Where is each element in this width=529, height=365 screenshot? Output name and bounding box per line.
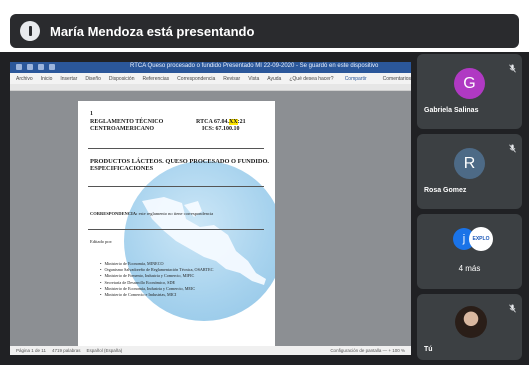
participant-tile[interactable]: R Rosa Gomez bbox=[417, 134, 522, 209]
menu-archivo[interactable]: Archivo bbox=[16, 76, 33, 82]
comments-button[interactable]: Comentarios bbox=[383, 76, 411, 82]
self-tile[interactable]: Tú bbox=[417, 294, 522, 360]
more-participants-label: 4 más bbox=[458, 264, 481, 273]
more-participants-tile[interactable]: j EXPLO 4 más bbox=[417, 214, 522, 289]
avatar: R bbox=[454, 148, 485, 179]
menu-insertar[interactable]: Insertar bbox=[60, 76, 77, 82]
correspondence-line: CORRESPONDENCIA: este reglamento no tien… bbox=[90, 211, 214, 216]
presenter-label: María Mendoza está presentando bbox=[50, 23, 255, 39]
document-title: RTCA Queso procesado o fundido Presentad… bbox=[130, 63, 379, 69]
ruler bbox=[10, 84, 411, 91]
quick-access-toolbar bbox=[16, 64, 55, 70]
word-statusbar: Página 1 de 11 4719 palabras Español (Es… bbox=[10, 346, 411, 355]
share-button[interactable]: Compartir bbox=[345, 76, 367, 82]
presenter-banner: María Mendoza está presentando bbox=[10, 14, 519, 48]
document-page: 1 REGLAMENTO TÉCNICO CENTROAMERICANO RTC… bbox=[78, 101, 275, 351]
menu-ayuda[interactable]: Ayuda bbox=[267, 76, 281, 82]
editors-list: Ministerio de Economía, MINECO Organismo… bbox=[100, 261, 213, 298]
menu-tell-me[interactable]: ¿Qué desea hacer? bbox=[289, 76, 333, 82]
rtca-highlight: XX bbox=[228, 119, 238, 125]
undo-icon bbox=[38, 64, 44, 70]
zoom-controls[interactable]: Configuración de pantalla — + 100 % bbox=[330, 348, 405, 353]
word-titlebar: RTCA Queso procesado o fundido Presentad… bbox=[10, 62, 411, 73]
participant-tile[interactable]: G Gabriela Salinas bbox=[417, 54, 522, 129]
menu-disposicion[interactable]: Disposición bbox=[109, 76, 135, 82]
divider bbox=[88, 229, 264, 230]
product-title-line-2: ESPECIFICACIONES bbox=[90, 165, 154, 172]
user-photo bbox=[455, 306, 487, 338]
mic-off-icon bbox=[509, 60, 516, 73]
menu-revisar[interactable]: Revisar bbox=[223, 76, 240, 82]
presentation-icon bbox=[20, 21, 40, 41]
edited-by-label: Editado por: bbox=[90, 239, 113, 244]
ribbon-tabs: Archivo Inicio Insertar Diseño Disposici… bbox=[10, 73, 411, 84]
divider bbox=[88, 148, 264, 149]
redo-icon bbox=[49, 64, 55, 70]
divider bbox=[88, 186, 264, 187]
autosave-icon bbox=[16, 64, 22, 70]
heading-reglamento: REGLAMENTO TÉCNICO bbox=[90, 119, 164, 125]
rtca-code: RTCA 67.04.XX:21 bbox=[196, 119, 246, 125]
list-item: Ministerio de Comercio e Industrias, MIC… bbox=[100, 292, 213, 298]
save-icon bbox=[27, 64, 33, 70]
participant-name: Rosa Gomez bbox=[424, 187, 467, 194]
ics-code: ICS: 67.100.10 bbox=[202, 126, 240, 132]
avatar: G bbox=[454, 68, 485, 99]
menu-inicio[interactable]: Inicio bbox=[41, 76, 53, 82]
presenter-bar: María Mendoza está presentando bbox=[0, 0, 529, 52]
participant-name: Gabriela Salinas bbox=[424, 107, 479, 114]
language: Español (España) bbox=[86, 348, 123, 353]
product-title-line-1: PRODUCTOS LÁCTEOS. QUESO PROCESADO O FUN… bbox=[90, 158, 270, 165]
menu-correspondencia[interactable]: Correspondencia bbox=[177, 76, 215, 82]
word-count: 4719 palabras bbox=[51, 348, 81, 353]
participant-name: Tú bbox=[424, 346, 433, 353]
mic-off-icon bbox=[509, 300, 516, 313]
heading-centroamericano: CENTROAMERICANO bbox=[90, 126, 155, 132]
menu-referencias[interactable]: Referencias bbox=[142, 76, 169, 82]
document-area: 1 REGLAMENTO TÉCNICO CENTROAMERICANO RTC… bbox=[10, 91, 411, 351]
page-marker: 1 bbox=[90, 111, 93, 117]
shared-screen: RTCA Queso procesado o fundido Presentad… bbox=[10, 62, 411, 355]
avatar-logo: EXPLO bbox=[469, 227, 493, 251]
page-count: Página 1 de 11 bbox=[16, 348, 46, 353]
menu-diseno[interactable]: Diseño bbox=[85, 76, 101, 82]
menu-vista[interactable]: Vista bbox=[248, 76, 259, 82]
mic-off-icon bbox=[509, 140, 516, 153]
